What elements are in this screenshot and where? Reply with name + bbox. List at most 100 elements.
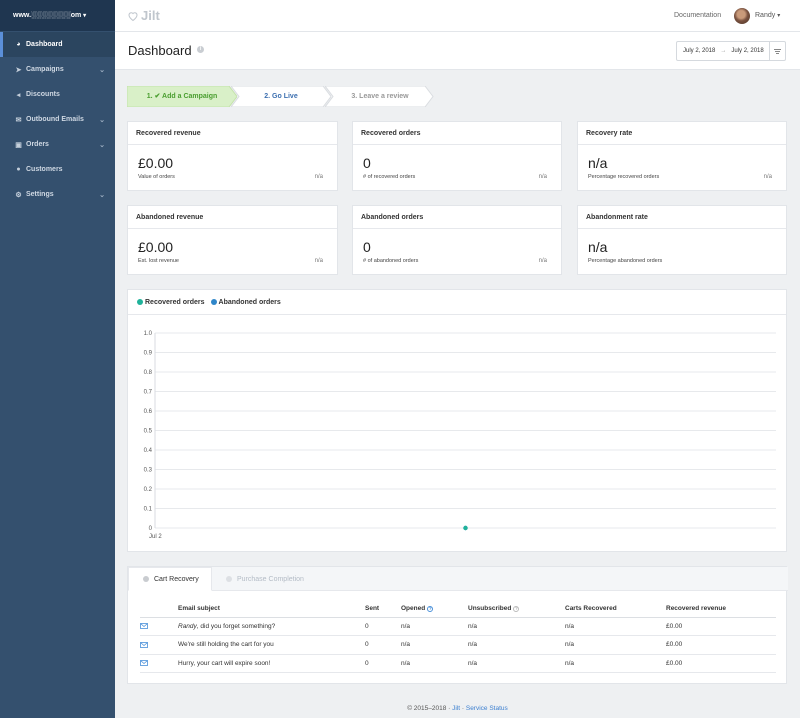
tab-dot-icon: [143, 576, 149, 582]
envelope-icon: ✉: [15, 116, 22, 124]
stat-card-abandonment-rate: Abandonment rate n/a Percentage abandone…: [577, 205, 787, 275]
cell-recovered-revenue: £0.00: [666, 635, 776, 655]
y-tick-label: 0.7: [144, 390, 153, 396]
orders-chart-card: Recovered orders Abandoned orders 0 0.1 0.…: [127, 289, 787, 552]
card-change: n/a: [314, 174, 323, 180]
sidebar-item-label: Dashboard: [26, 41, 63, 48]
y-tick-label: 0.1: [144, 507, 153, 513]
step-leave-review[interactable]: 3. Leave a review: [325, 86, 435, 107]
user-menu[interactable]: Randy ▾: [755, 12, 780, 19]
chevron-down-icon: ⌄: [99, 191, 105, 199]
card-title: Recovery rate: [578, 122, 786, 145]
stat-card-abandoned-revenue: Abandoned revenue £0.00 Est. lost revenu…: [127, 205, 338, 275]
col-label: Unsubscribed: [468, 605, 512, 613]
help-icon[interactable]: ?: [427, 605, 434, 612]
cell-opened: n/a: [401, 635, 468, 655]
chart-legend: Recovered orders Abandoned orders: [128, 290, 786, 315]
tab-label: Cart Recovery: [154, 575, 199, 583]
legend-abandoned-orders[interactable]: Abandoned orders: [210, 299, 281, 306]
card-value: £0.00: [138, 239, 174, 255]
menu-lines-icon[interactable]: [769, 42, 785, 60]
cell-sent: 0: [365, 654, 401, 673]
stat-card-recovered-revenue: Recovered revenue £0.00 Value of orders …: [127, 121, 338, 191]
y-tick-label: 0.9: [144, 351, 153, 357]
stat-card-recovered-orders: Recovered orders 0 # of recovered orders…: [352, 121, 562, 191]
legend-recovered-orders[interactable]: Recovered orders: [137, 299, 205, 306]
col-label: Opened: [401, 605, 426, 613]
cell-recovered-revenue: £0.00: [666, 617, 776, 636]
data-point: [463, 525, 468, 531]
y-tick-label: 1.0: [144, 331, 153, 337]
tab-purchase-completion[interactable]: Purchase Completion: [212, 567, 322, 591]
subject-text: We're still holding the cart for you: [178, 641, 274, 649]
jilt-link[interactable]: Jilt: [452, 705, 460, 712]
email-subject[interactable]: Hurry, your cart will expire soon!: [178, 654, 365, 673]
sidebar-item-campaigns[interactable]: ➤ Campaigns ⌄: [0, 57, 115, 82]
date-arrow: →: [720, 48, 727, 54]
users-icon: ●: [16, 166, 21, 173]
site-name: www.░░░░░░░░om: [13, 12, 82, 19]
chevron-down-icon: ⌄: [99, 141, 105, 149]
documentation-link[interactable]: Documentation: [674, 12, 721, 19]
cell-recovered-revenue: £0.00: [666, 654, 776, 673]
table-row[interactable]: Randy, did you forget something? 0 n/a n…: [140, 617, 776, 636]
table-row[interactable]: We're still holding the cart for you 0 n…: [140, 635, 776, 655]
card-value: 0: [363, 155, 371, 171]
tab-label: Purchase Completion: [237, 575, 304, 583]
sidebar-item-label: Customers: [26, 166, 63, 173]
card-title: Recovered orders: [353, 122, 561, 145]
sidebar-item-dashboard[interactable]: ◕ Dashboard: [0, 32, 115, 57]
card-change: n/a: [538, 174, 547, 180]
onboarding-steps: 1. ✔ Add a Campaign 2. Go Live 3. Leave …: [127, 86, 437, 107]
sidebar-item-orders[interactable]: ▣ Orders ⌄: [0, 132, 115, 157]
card-value: 0: [363, 239, 371, 255]
email-subject[interactable]: Randy, did you forget something?: [178, 617, 365, 636]
avatar[interactable]: [734, 8, 750, 24]
step-label: 3. Leave a review: [351, 93, 409, 100]
orders-line-chart: 0 0.1 0.2 0.3 0.4 0.5 0.6 0.7 0.8 0.9 1.0 Jul 2: [144, 331, 776, 540]
step-add-campaign[interactable]: 1. ✔ Add a Campaign: [127, 86, 237, 107]
col-recovered-revenue: Recovered revenue: [666, 601, 776, 618]
chevron-down-icon: ⌄: [99, 116, 105, 124]
card-subtitle: Value of orders: [138, 174, 175, 180]
card-subtitle: # of recovered orders: [363, 174, 416, 180]
sidebar-item-customers[interactable]: ● Customers: [0, 157, 115, 182]
tab-dot-icon: [226, 576, 232, 582]
card-subtitle: Percentage abandoned orders: [588, 258, 663, 264]
step-label: 2. Go Live: [264, 93, 298, 100]
help-icon[interactable]: ?: [513, 605, 520, 612]
tab-cart-recovery[interactable]: Cart Recovery: [128, 567, 212, 591]
sidebar-item-label: Orders: [26, 141, 49, 148]
footer: © 2015–2018 · Jilt · Service Status: [115, 705, 800, 712]
table-row[interactable]: Hurry, your cart will expire soon! 0 n/a…: [140, 654, 776, 673]
subject-text: Hurry, your cart will expire soon!: [178, 659, 271, 667]
card-subtitle: Percentage recovered orders: [588, 174, 660, 180]
cell-unsubscribed: n/a: [468, 617, 565, 636]
table-header-row: Email subject Sent Opened? Unsubscribed?…: [140, 601, 776, 618]
subject-text: , did you forget something?: [196, 622, 276, 630]
card-value: £0.00: [138, 155, 174, 171]
step-go-live[interactable]: 2. Go Live: [231, 86, 331, 107]
cell-carts-recovered: n/a: [565, 617, 666, 636]
legend-dot-icon: [210, 299, 217, 305]
page-title: Dashboard: [128, 43, 192, 58]
date-from: July 2, 2018: [683, 48, 716, 54]
site-switcher[interactable]: www.░░░░░░░░om ▾: [0, 0, 115, 31]
chevron-down-icon: ⌄: [99, 66, 105, 74]
jilt-logo[interactable]: Jilt: [127, 8, 160, 23]
email-subject[interactable]: We're still holding the cart for you: [178, 635, 365, 655]
card-change: n/a: [314, 258, 323, 264]
sidebar-item-outbound-emails[interactable]: ✉ Outbound Emails ⌄: [0, 107, 115, 132]
y-tick-label: 0.8: [144, 370, 153, 376]
sidebar-item-settings[interactable]: ⚙ Settings ⌄: [0, 182, 115, 207]
sidebar-item-discounts[interactable]: ◂ Discounts: [0, 82, 115, 107]
info-icon[interactable]: i: [197, 46, 204, 53]
envelope-icon: [140, 654, 178, 673]
service-status-link[interactable]: Service Status: [466, 705, 508, 712]
legend-label: Recovered orders: [145, 298, 205, 306]
stat-card-recovery-rate: Recovery rate n/a Percentage recovered o…: [577, 121, 787, 191]
page-header: Dashboard i July 2, 2018 → July 2, 2018: [115, 32, 800, 70]
copyright-text: © 2015–2018 ·: [407, 705, 453, 712]
main-content: Dashboard i July 2, 2018 → July 2, 2018 …: [115, 32, 800, 718]
date-range-picker[interactable]: July 2, 2018 → July 2, 2018: [676, 41, 786, 61]
